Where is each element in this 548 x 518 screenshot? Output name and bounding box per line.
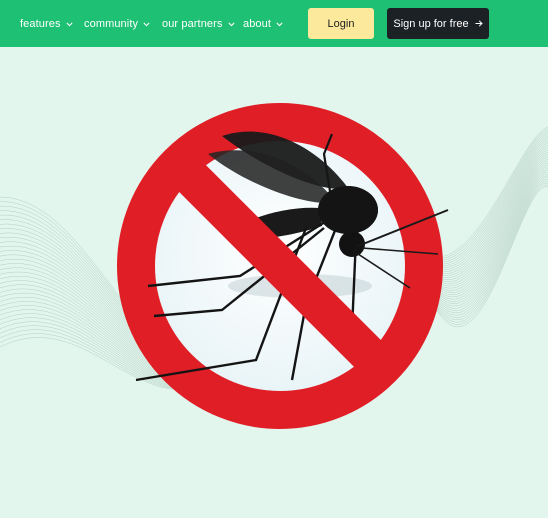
- login-button[interactable]: Login: [308, 8, 374, 39]
- nav-our-partners[interactable]: our partners: [162, 17, 235, 31]
- signup-button[interactable]: Sign up for free: [387, 8, 489, 39]
- nav-about[interactable]: about: [243, 17, 283, 31]
- nav-features[interactable]: features: [20, 17, 73, 31]
- signup-button-label: Sign up for free: [393, 17, 469, 30]
- top-navigation-bar: features community our partners about Lo…: [0, 0, 548, 47]
- chevron-down-icon: [276, 22, 283, 27]
- nav-about-label: about: [243, 18, 272, 30]
- arrow-right-icon: [475, 20, 483, 27]
- chevron-down-icon: [143, 22, 150, 27]
- login-button-label: Login: [327, 17, 355, 30]
- nav-our-partners-label: our partners: [162, 18, 223, 30]
- no-mosquito-icon: [117, 103, 449, 429]
- nav-community[interactable]: community: [84, 17, 150, 31]
- chevron-down-icon: [65, 22, 73, 27]
- nav-features-label: features: [20, 18, 61, 30]
- nav-community-label: community: [84, 18, 139, 30]
- chevron-down-icon: [227, 22, 235, 27]
